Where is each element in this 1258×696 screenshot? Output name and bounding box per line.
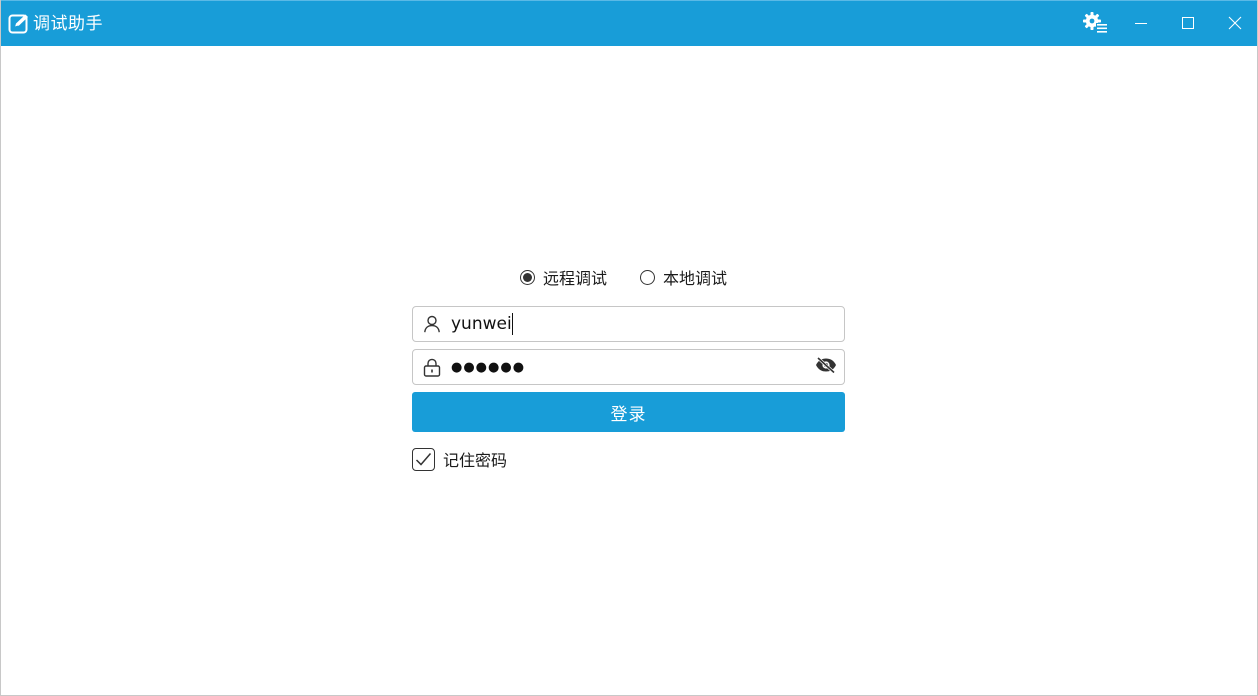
radio-remote-label: 远程调试 (543, 269, 608, 288)
username-input[interactable]: yunwei (451, 313, 513, 335)
maximize-icon (1181, 15, 1195, 34)
eye-slash-icon (815, 356, 837, 377)
settings-button[interactable] (1072, 1, 1118, 47)
remember-password-checkbox[interactable]: 记住密码 (412, 447, 507, 471)
radio-local-debug[interactable]: 本地调试 (640, 265, 727, 289)
username-field[interactable]: yunwei (412, 306, 845, 342)
radio-checked-icon (520, 269, 535, 285)
password-field[interactable]: ●●●●●● (412, 349, 845, 385)
close-button[interactable] (1212, 1, 1258, 47)
password-input[interactable]: ●●●●●● (451, 360, 808, 375)
text-caret (511, 313, 513, 335)
minimize-button[interactable] (1118, 1, 1164, 47)
user-icon (413, 307, 451, 341)
window-title: 调试助手 (33, 14, 103, 34)
lock-icon (413, 350, 451, 384)
title-bar: 调试助手 (1, 0, 1257, 46)
app-window: 调试助手 远程调试 本地调试 yunwei ●●●●●● 登录 记住密码 (0, 0, 1258, 696)
remember-password-label: 记住密码 (443, 451, 508, 470)
radio-local-label: 本地调试 (663, 269, 728, 288)
radio-unchecked-icon (640, 269, 656, 285)
login-panel: 远程调试 本地调试 yunwei ●●●●●● 登录 记住密码 (1, 46, 1257, 696)
login-button[interactable]: 登录 (412, 392, 845, 432)
maximize-button[interactable] (1165, 1, 1211, 47)
minimize-icon (1134, 15, 1148, 34)
close-icon (1228, 15, 1242, 34)
settings-gear-icon (1082, 11, 1108, 37)
checkbox-checked-icon (412, 447, 435, 471)
debug-mode-group: 远程调试 本地调试 (520, 265, 760, 289)
toggle-password-visibility[interactable] (808, 350, 844, 384)
app-edit-icon (8, 13, 30, 35)
username-value: yunwei (451, 314, 512, 334)
radio-remote-debug[interactable]: 远程调试 (520, 265, 607, 289)
